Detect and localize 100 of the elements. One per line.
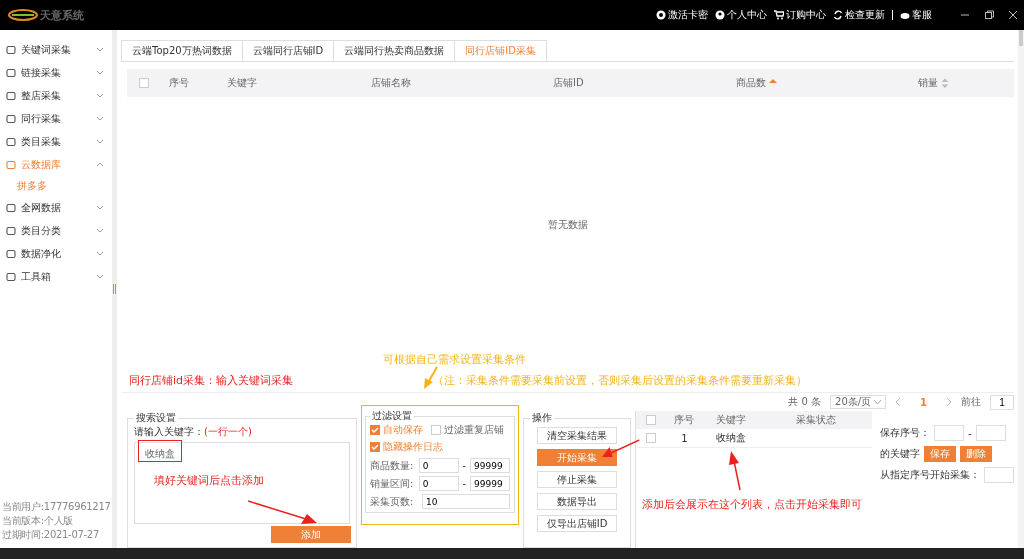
previous-page-icon[interactable] (895, 398, 902, 406)
menu-icon (6, 44, 16, 55)
restore-icon (984, 10, 994, 20)
restore-button[interactable] (984, 10, 994, 20)
table-cell-text: 1 (680, 432, 689, 444)
arrow-icon (602, 439, 641, 459)
range-separator: - (461, 460, 468, 471)
close-button[interactable] (1008, 10, 1018, 20)
start-index-field[interactable] (934, 425, 964, 441)
column-header: 关键字 (226, 76, 257, 90)
menu-icon (6, 67, 16, 78)
chevron-down-icon (874, 400, 882, 404)
column-header: 关键字 (715, 413, 748, 427)
section-title: 操作 (531, 411, 554, 425)
max-field[interactable]: 99999 (470, 476, 511, 491)
goto-field[interactable]: 1 (990, 394, 1014, 410)
checkbox[interactable] (139, 78, 149, 88)
tab[interactable]: 云端Top20万热词数据 (121, 40, 243, 61)
page-size-select[interactable]: 20条/页 (830, 395, 887, 409)
goto-label: 前往 (961, 395, 981, 409)
nav-link[interactable]: 个人中心 (715, 8, 767, 22)
sidebar-item[interactable]: 同行采集 (0, 107, 112, 130)
max-field[interactable]: 99999 (470, 458, 511, 473)
chevron-down-icon (96, 228, 104, 233)
chevron-down-icon (96, 47, 104, 52)
range-separator: - (461, 478, 468, 489)
section-title: 搜索设置 (135, 411, 177, 425)
pages-field[interactable]: 10 (422, 494, 511, 509)
badge-icon (656, 10, 666, 20)
column-header: 店铺ID (553, 76, 584, 90)
menu-icon (6, 248, 16, 259)
section-title: 过滤设置 (371, 409, 414, 423)
checkbox[interactable]: 过滤重复店铺 (431, 423, 505, 437)
end-index-field[interactable] (975, 425, 1006, 441)
refresh-icon (833, 10, 843, 20)
menu-icon (6, 136, 16, 147)
sidebar-item[interactable]: 全网数据 (0, 196, 112, 219)
field-label: 的关键字 (880, 447, 920, 461)
arrow-icon (423, 366, 439, 390)
start-from-field[interactable] (984, 467, 1014, 483)
sidebar-item[interactable]: 链接采集 (0, 61, 112, 84)
range-separator: - (968, 427, 972, 439)
sidebar-item[interactable]: 类目采集 (0, 130, 112, 153)
sidebar-item[interactable]: 类目分类 (0, 219, 112, 242)
chevron-down-icon (96, 116, 104, 121)
column-header: 序号 (673, 413, 696, 427)
sort-icon[interactable] (940, 77, 949, 89)
column-header[interactable]: 商品数 (735, 76, 766, 90)
chevron-up-icon (96, 162, 104, 167)
nav-link[interactable]: 激活卡密 (656, 8, 708, 22)
column-header: 序号 (169, 76, 189, 90)
chevron-down-icon (96, 93, 104, 98)
action-button[interactable]: 停止采集 (537, 471, 618, 488)
field-label: 商品数量: (370, 458, 415, 473)
sidebar-item[interactable]: 整店采集 (0, 84, 112, 107)
empty-message: 暂无数据 (547, 217, 588, 232)
field-label: 请输入关键字：(一行一个) (134, 425, 253, 439)
account-info: 过期时间:2021-07-27 (2, 528, 100, 542)
action-button[interactable]: 仅导出店铺ID (537, 515, 618, 532)
arrow-icon (248, 499, 318, 525)
annotation-title: 同行店铺id采集：输入关键词采集 (129, 373, 294, 388)
close-icon (1008, 10, 1018, 20)
nav-link[interactable]: 订购中心 (774, 8, 826, 22)
annotation-text: 可根据自己需求设置采集条件 (382, 352, 527, 367)
next-page-icon[interactable] (946, 398, 952, 406)
sidebar-item[interactable]: 数据净化 (0, 242, 112, 265)
field-label: 保存序号： (880, 426, 930, 440)
min-field[interactable]: 0 (418, 476, 459, 491)
column-header: 采集状态 (796, 413, 837, 427)
account-info: 当前用户:17776961217 (2, 500, 112, 514)
field-label: 从指定序号开始采集： (880, 468, 980, 482)
action-button[interactable]: 清空采集结果 (537, 427, 618, 444)
field-label: 采集页数: (370, 494, 415, 509)
app-name: 天意系统 (40, 7, 84, 23)
checkbox[interactable] (646, 415, 657, 425)
menu-icon (6, 90, 16, 101)
action-button[interactable]: 数据导出 (537, 493, 618, 510)
scrollbar-thumb[interactable] (1019, 30, 1023, 46)
nav-link[interactable]: 检查更新 (833, 8, 885, 22)
chevron-down-icon (96, 139, 104, 144)
chevron-down-icon (96, 274, 104, 279)
table-row[interactable]: 1 收纳盒 (636, 429, 872, 448)
arrow-icon (728, 451, 743, 491)
chevron-down-icon (96, 205, 104, 210)
chevron-down-icon (96, 251, 104, 256)
menu-icon (6, 113, 16, 124)
menu-icon (6, 202, 16, 213)
highlight-frame (138, 440, 182, 462)
table-cell-text: 收纳盒 (715, 431, 748, 445)
checkbox[interactable] (646, 433, 657, 443)
nav-link[interactable]: 客服 (900, 8, 932, 22)
annotation-text: 添加后会展示在这个列表，点击开始采集即可 (642, 497, 863, 512)
sidebar-item[interactable]: 关键词采集 (0, 38, 112, 61)
cart-icon (774, 10, 784, 20)
resize-handle[interactable] (113, 284, 116, 294)
min-field[interactable]: 0 (418, 458, 459, 473)
annotation-text: 填好关键词后点击添加 (154, 473, 264, 488)
sidebar-item[interactable]: 工具箱 (0, 265, 112, 288)
total-count: 共 0 条 (788, 395, 822, 409)
column-header[interactable]: 销量 (917, 76, 938, 90)
